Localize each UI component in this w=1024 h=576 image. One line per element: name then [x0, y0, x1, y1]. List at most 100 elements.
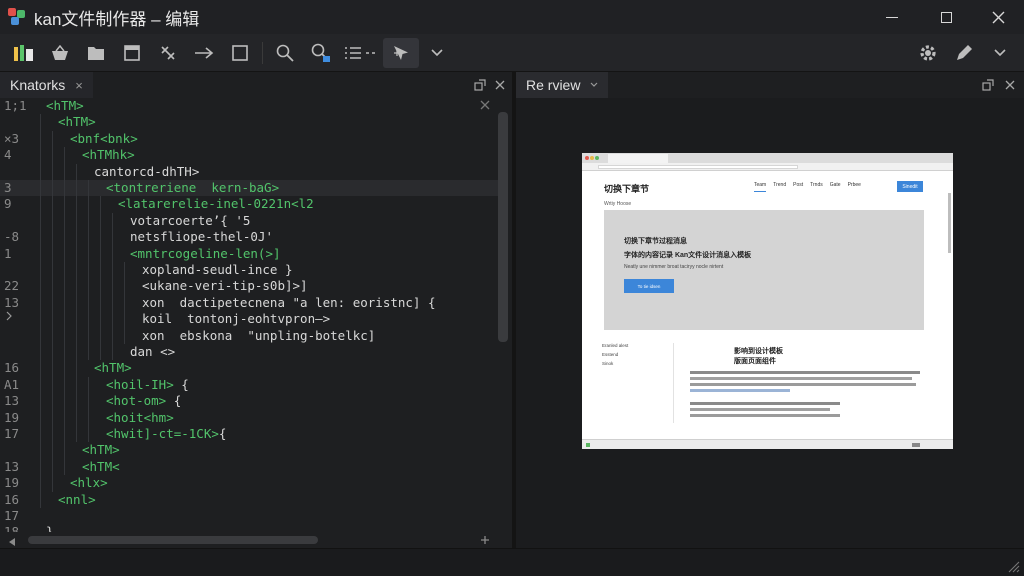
preview-undock-button[interactable]	[978, 72, 998, 98]
minimize-button[interactable]	[866, 0, 918, 34]
indent-guide	[124, 327, 125, 344]
site-sidebar-item: Eranled alest	[602, 343, 629, 348]
preview-panel-header: Re rview	[516, 72, 1024, 98]
code-line[interactable]: 9 <latarerelie-inel-0221n<l2	[0, 196, 500, 213]
search-button[interactable]	[267, 38, 303, 68]
code-line[interactable]: 22 <ukane-veri-tip-s0b]>]	[0, 278, 500, 295]
site-nav-item: Trnds	[810, 182, 823, 188]
code-line[interactable]: 19 <hlx>	[0, 475, 500, 492]
code-line[interactable]: 16 <hTM>	[0, 360, 500, 377]
resize-grip-icon[interactable]	[1008, 561, 1020, 573]
editor-panel-close-button[interactable]	[490, 72, 510, 98]
code-line[interactable]: 18}	[0, 524, 500, 532]
code-line[interactable]: xopland-seudl-ince }	[0, 262, 500, 279]
code-line[interactable]: <hTM>	[0, 114, 500, 131]
indent-guide	[76, 409, 77, 426]
indent-guide	[76, 180, 77, 197]
code-line[interactable]: cantorcd-dhTH>	[0, 163, 500, 180]
archive-icon	[124, 44, 140, 61]
code-line[interactable]: 1 <mntrcogeline-len(>]	[0, 245, 500, 262]
site-breadcrumb: Wrtiy Hoose	[604, 201, 632, 207]
code-line[interactable]: votarcoerte’{ '5	[0, 212, 500, 230]
indent-guide	[76, 163, 77, 180]
maximize-button[interactable]	[920, 0, 972, 34]
square-icon	[232, 44, 248, 61]
preview-scrollbar	[948, 193, 951, 253]
chevron-icon	[994, 48, 1006, 56]
site-sidebar: Eranled alest Esstend Sinok	[602, 343, 674, 423]
frame-button[interactable]	[222, 38, 258, 68]
indent-guide	[64, 196, 65, 213]
indent-guide	[64, 262, 65, 279]
editor-tab[interactable]: Knatorks ×	[0, 72, 93, 98]
new-file-button[interactable]	[6, 38, 42, 68]
code-text: xopland-seudl-ince }	[142, 262, 293, 277]
settings-button[interactable]	[910, 38, 946, 68]
code-line[interactable]: 19 <hoit<hm>	[0, 409, 500, 426]
basket-icon	[52, 44, 68, 60]
editor-undock-button[interactable]	[470, 72, 490, 98]
indent-guide	[76, 294, 77, 312]
editor-horizontal-scrollbar[interactable]	[28, 536, 318, 544]
find-close-icon[interactable]	[480, 100, 490, 113]
code-line[interactable]: 13 <hot-om> {	[0, 393, 500, 410]
code-line[interactable]: A1 <hoil-IH> {	[0, 376, 500, 394]
new-file-icon	[14, 44, 33, 61]
code-line[interactable]: 17 <hwit]-ct=-1CK>{	[0, 426, 500, 443]
forward-button[interactable]	[186, 38, 222, 68]
line-number: 16	[4, 360, 20, 376]
indent-guide	[88, 262, 89, 279]
section-title-1: 影响到设计模板	[734, 348, 783, 355]
code-line[interactable]: 13 xon dactipetecnena "a len: eoristnc] {	[0, 294, 500, 312]
code-text: votarcoerte’{ '5	[130, 212, 251, 228]
wand-button[interactable]	[150, 38, 186, 68]
indent-guide	[76, 278, 77, 295]
more-dropdown-button[interactable]	[419, 38, 455, 68]
archive-button[interactable]	[114, 38, 150, 68]
indent-guide	[76, 426, 77, 443]
indent-guide	[88, 393, 89, 410]
line-number: 17	[4, 426, 20, 441]
preview-tab-chevron-icon[interactable]	[590, 82, 598, 88]
basket-button[interactable]	[42, 38, 78, 68]
indent-guide	[52, 180, 53, 197]
pen-button[interactable]	[946, 38, 982, 68]
indent-guide	[76, 376, 77, 394]
code-line[interactable]: xon ebskona "unpling-botelkc]	[0, 327, 500, 344]
indent-guide	[40, 491, 41, 508]
list-button[interactable]	[339, 38, 383, 68]
indent-guide	[52, 475, 53, 492]
indent-guide	[40, 475, 41, 492]
indent-guide	[64, 376, 65, 394]
code-line[interactable]: 13 <hTM<	[0, 458, 500, 476]
preview-tab[interactable]: Re rview	[516, 72, 609, 98]
code-line[interactable]: 1;1 <hTM>	[0, 98, 500, 114]
indent-guide	[124, 294, 125, 312]
preview-panel-close-button[interactable]	[1000, 72, 1020, 98]
code-line[interactable]: 17	[0, 508, 500, 524]
code-line[interactable]: koil tontonj-eohtvpron—>	[0, 311, 500, 328]
list-icon	[345, 46, 375, 59]
code-line[interactable]: dan <>	[0, 344, 500, 361]
editor-vertical-scrollbar[interactable]	[498, 112, 508, 342]
indent-guide	[52, 262, 53, 279]
code-editor[interactable]: 1;1 <hTM> <hTM> ×3 <bnf<bnk> 4 <hTMhk> cantorcd…	[0, 98, 512, 532]
zoom-button[interactable]	[303, 38, 339, 68]
code-line[interactable]: ×3 <bnf<bnk>	[0, 130, 500, 148]
code-line[interactable]: 16 <nnl>	[0, 491, 500, 508]
editor-tab-close-icon[interactable]: ×	[75, 78, 83, 93]
select-cursor-button[interactable]	[383, 37, 419, 68]
open-folder-button[interactable]	[78, 38, 114, 68]
indent-guide	[112, 344, 113, 361]
site-hero: 切换下章节过程消息 字体的内容记录 Kan文件设计消息入模板 Neatly un…	[604, 210, 924, 330]
code-line[interactable]: -8 netsfliope-thel-0J'	[0, 229, 500, 246]
toolbar-separator	[262, 41, 263, 64]
indent-guide	[124, 311, 125, 328]
code-line[interactable]: <hTM>	[0, 442, 500, 459]
indent-guide	[112, 327, 113, 344]
code-line[interactable]: 4 <hTMhk>	[0, 147, 500, 164]
options-dropdown-button[interactable]	[982, 38, 1018, 68]
close-button[interactable]	[972, 0, 1024, 34]
line-number: 1;1	[4, 98, 27, 113]
code-line[interactable]: 3 <tontreriene kern-baG>	[0, 180, 500, 197]
